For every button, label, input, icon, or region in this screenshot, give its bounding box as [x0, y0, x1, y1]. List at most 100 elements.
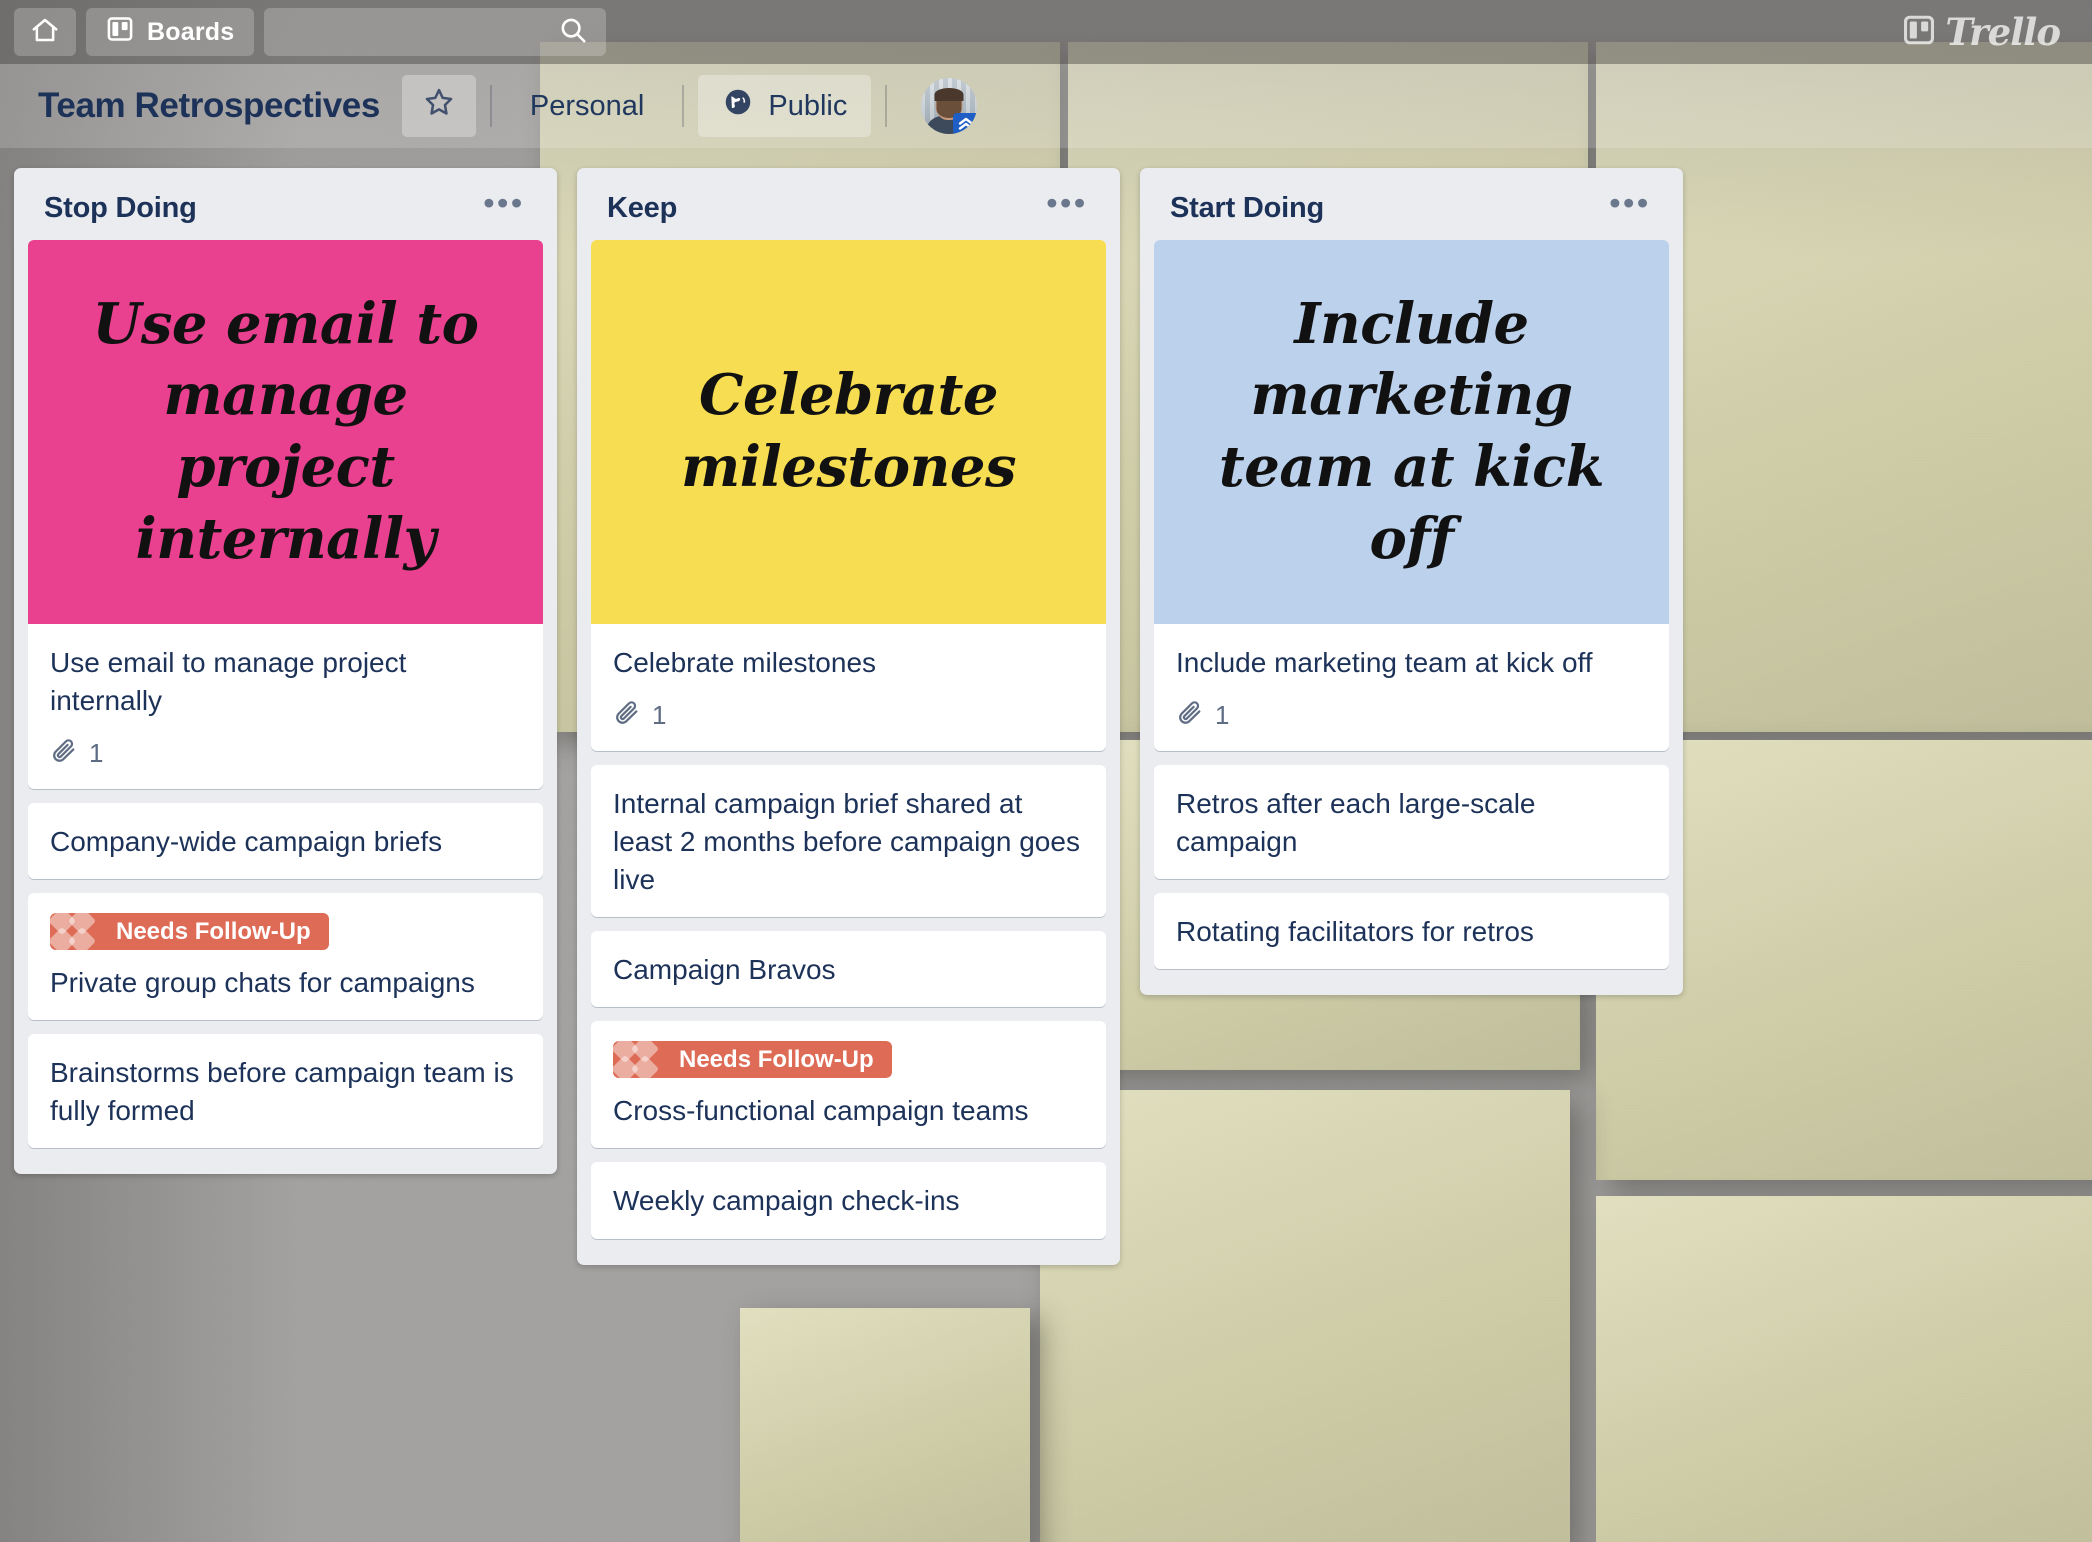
card-title: Weekly campaign check-ins: [613, 1185, 960, 1217]
paperclip-icon: [613, 698, 641, 733]
header-divider: [489, 85, 492, 127]
star-board-button[interactable]: [401, 75, 476, 137]
list-title[interactable]: Stop Doing: [44, 192, 197, 225]
card-body: Use email to manage project internally 1: [28, 624, 543, 789]
paperclip-icon: [1176, 698, 1204, 733]
card-body: Needs Follow-Up Cross-functional campaign…: [591, 1021, 1106, 1148]
card-cover-text: Include marketing team at kick off: [1218, 290, 1605, 572]
board-header: Team Retrospectives Personal Public: [0, 64, 2092, 148]
card-title: Retros after each large-scale campaign: [1176, 788, 1536, 858]
board-card[interactable]: Include marketing team at kick off Includ…: [1154, 240, 1669, 752]
card-title: Brainstorms before campaign team is full…: [50, 1057, 514, 1127]
card-body: Retros after each large-scale campaign: [1154, 765, 1669, 879]
board-title: Team Retrospectives: [38, 86, 380, 125]
board-card[interactable]: Campaign Bravos: [591, 931, 1106, 1008]
label-colorblind-pattern-icon: [613, 1041, 671, 1079]
attachment-count: 1: [1215, 700, 1230, 731]
list-header: Keep •••: [577, 168, 1120, 240]
attachment-count: 1: [89, 738, 104, 769]
board-card[interactable]: Needs Follow-Up Cross-functional campaign…: [591, 1021, 1106, 1149]
card-title: Rotating facilitators for retros: [1176, 916, 1534, 948]
list-header: Stop Doing •••: [14, 168, 557, 240]
list-title[interactable]: Start Doing: [1170, 192, 1324, 225]
card-body: Include marketing team at kick off 1: [1154, 624, 1669, 751]
card-title: Internal campaign brief shared at least …: [613, 788, 1080, 896]
trello-board-icon: [1902, 13, 1936, 52]
list-cards: Include marketing team at kick off Includ…: [1140, 240, 1683, 970]
list-cards: Celebrate milestones Celebrate milestones…: [577, 240, 1120, 1239]
board-card[interactable]: Needs Follow-Up Private group chats for c…: [28, 893, 543, 1021]
card-title: Celebrate milestones: [613, 647, 877, 678]
card-cover-text: Celebrate milestones: [680, 362, 1017, 500]
card-label-text: Needs Follow-Up: [679, 1045, 874, 1073]
card-label[interactable]: Needs Follow-Up: [613, 1041, 892, 1079]
workspace-button[interactable]: Personal: [506, 75, 668, 137]
card-body: Company-wide campaign briefs: [28, 803, 543, 879]
card-cover-image: Celebrate milestones: [591, 240, 1106, 624]
card-title: Campaign Bravos: [613, 954, 836, 986]
star-icon: [422, 85, 456, 127]
globe-icon: [722, 86, 754, 126]
member-avatar[interactable]: [921, 78, 978, 134]
list-cards: Use email to manage project internally Us…: [14, 240, 557, 1149]
visibility-label: Public: [768, 89, 848, 122]
trello-wordmark: Trello: [1945, 10, 2061, 54]
header-divider: [885, 85, 888, 127]
top-navigation-bar: Boards Trello: [0, 0, 2092, 64]
list-menu-icon[interactable]: •••: [1036, 187, 1098, 226]
card-body: Brainstorms before campaign team is full…: [28, 1034, 543, 1148]
list-header: Start Doing •••: [1140, 168, 1683, 240]
search-icon: [558, 15, 588, 50]
board-card[interactable]: Retros after each large-scale campaign: [1154, 765, 1669, 880]
attachment-count: 1: [652, 700, 667, 731]
card-body: Rotating facilitators for retros: [1154, 893, 1669, 969]
search-input[interactable]: [264, 8, 607, 56]
card-cover-text: Use email to manage project internally: [92, 290, 479, 572]
card-badges: 1: [1176, 698, 1647, 733]
background-sticky-note: [740, 1308, 1030, 1542]
board-list: Stop Doing ••• Use email to manage project…: [14, 168, 557, 1175]
list-title[interactable]: Keep: [607, 192, 677, 225]
home-button[interactable]: [14, 8, 76, 56]
board-card[interactable]: Rotating facilitators for retros: [1154, 893, 1669, 970]
board-card[interactable]: Weekly campaign check-ins: [591, 1162, 1106, 1239]
board-card[interactable]: Brainstorms before campaign team is full…: [28, 1034, 543, 1149]
board-card[interactable]: Use email to manage project internally Us…: [28, 240, 543, 790]
trello-logo[interactable]: Trello: [1902, 10, 2078, 54]
board-list: Keep ••• Celebrate milestones Celebrate mil…: [577, 168, 1120, 1265]
card-label-text: Needs Follow-Up: [116, 917, 311, 945]
card-label[interactable]: Needs Follow-Up: [50, 913, 329, 951]
card-body: Celebrate milestones 1: [591, 624, 1106, 751]
card-title: Company-wide campaign briefs: [50, 826, 443, 858]
paperclip-icon: [50, 736, 78, 771]
home-icon: [30, 15, 60, 50]
workspace-label: Personal: [529, 89, 645, 122]
label-colorblind-pattern-icon: [50, 913, 108, 951]
list-menu-icon[interactable]: •••: [1599, 187, 1661, 226]
board-card[interactable]: Celebrate milestones Celebrate milestones…: [591, 240, 1106, 752]
card-body: Campaign Bravos: [591, 931, 1106, 1007]
card-title: Include marketing team at kick off: [1176, 647, 1593, 678]
board-list: Start Doing ••• Include marketing team at …: [1140, 168, 1683, 996]
boards-button[interactable]: Boards: [86, 8, 255, 56]
card-title: Private group chats for campaigns: [50, 967, 475, 999]
background-sticky-note: [1596, 1196, 2092, 1542]
card-body: Internal campaign brief shared at least …: [591, 765, 1106, 917]
board-icon: [106, 15, 134, 50]
card-title: Use email to manage project internally: [50, 647, 407, 717]
card-title: Cross-functional campaign teams: [613, 1095, 1029, 1127]
card-body: Needs Follow-Up Private group chats for c…: [28, 893, 543, 1020]
board-card[interactable]: Company-wide campaign briefs: [28, 803, 543, 880]
header-divider: [682, 85, 685, 127]
card-body: Weekly campaign check-ins: [591, 1162, 1106, 1238]
boards-button-label: Boards: [147, 17, 235, 46]
card-cover-image: Include marketing team at kick off: [1154, 240, 1669, 624]
card-cover-image: Use email to manage project internally: [28, 240, 543, 624]
card-badges: 1: [613, 698, 1084, 733]
card-badges: 1: [50, 736, 521, 771]
visibility-button[interactable]: Public: [698, 75, 872, 137]
avatar-chevron-badge: [953, 113, 978, 134]
board-card[interactable]: Internal campaign brief shared at least …: [591, 765, 1106, 918]
avatar-hair: [934, 87, 964, 101]
list-menu-icon[interactable]: •••: [473, 187, 535, 226]
